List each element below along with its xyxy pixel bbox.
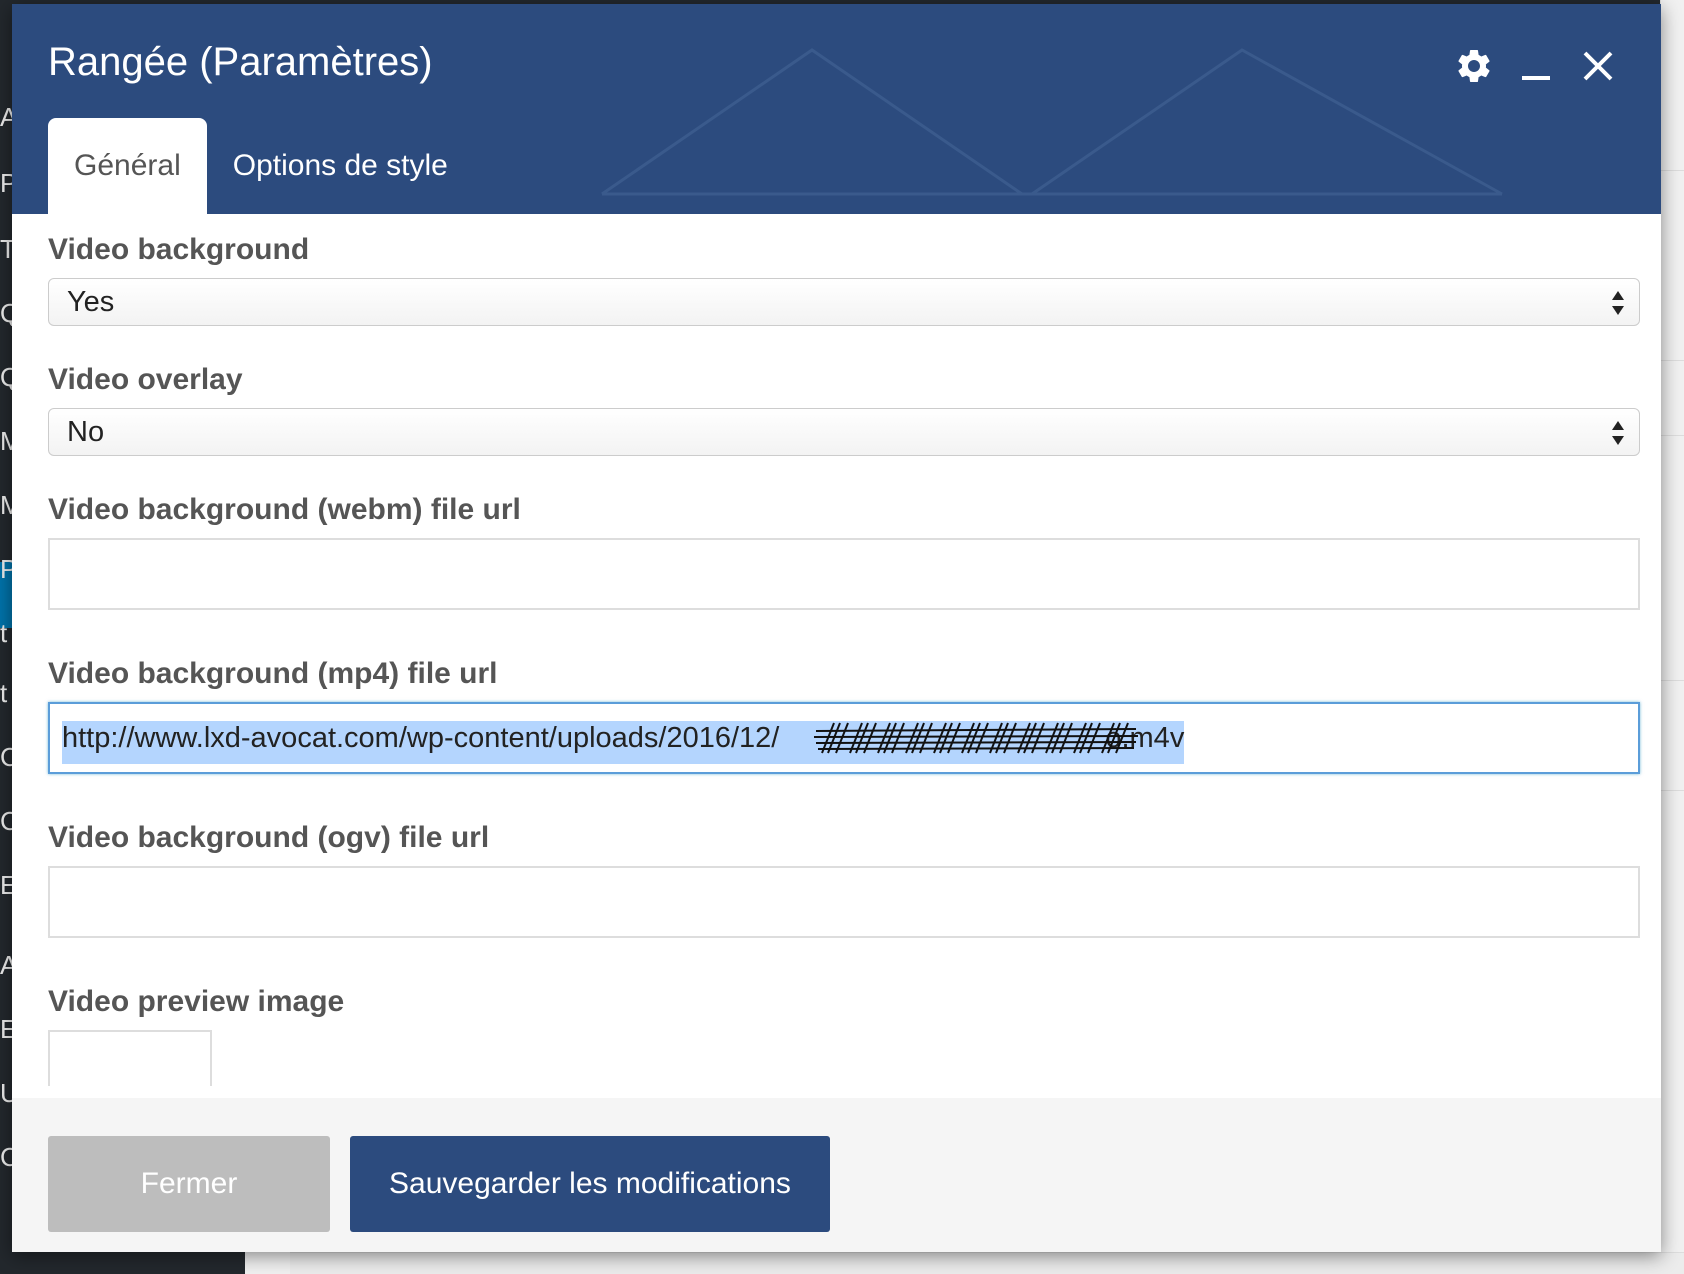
- webm-url-label: Video background (webm) file url: [48, 493, 521, 526]
- modal-window-controls: [1452, 42, 1620, 90]
- mp4-url-label: Video background (mp4) file url: [48, 657, 498, 690]
- background-divider: [1660, 680, 1684, 681]
- preview-image-label: Video preview image: [48, 985, 345, 1018]
- ogv-url-label: Video background (ogv) file url: [48, 821, 490, 854]
- close-icon[interactable]: [1576, 44, 1620, 88]
- mp4-url-prefix: http://www.lxd-avocat.com/wp-content/upl…: [62, 722, 780, 754]
- video-overlay-select[interactable]: No: [48, 408, 1640, 456]
- mp4-url-input[interactable]: http://www.lxd-avocat.com/wp-content/upl…: [48, 702, 1640, 774]
- modal-title: Rangée (Paramètres): [48, 40, 433, 84]
- background-divider: [1660, 435, 1684, 436]
- save-button[interactable]: Sauvegarder les modifications: [350, 1136, 830, 1232]
- select-arrows-icon: [1612, 291, 1624, 315]
- video-overlay-label: Video overlay: [48, 363, 243, 396]
- video-background-select[interactable]: Yes: [48, 278, 1640, 326]
- video-background-field: Video background Yes: [48, 230, 1640, 326]
- background-page-right: [1660, 0, 1684, 1274]
- modal-body[interactable]: Video background Yes Video overlay No Vi…: [12, 214, 1661, 1086]
- tab-style-options[interactable]: Options de style: [207, 118, 474, 214]
- modal-header[interactable]: Rangée (Paramètres) Général Options de s…: [12, 4, 1661, 214]
- mp4-url-selected-text: http://www.lxd-avocat.com/wp-content/upl…: [62, 721, 1185, 764]
- video-background-label: Video background: [48, 233, 310, 266]
- background-divider: [1660, 170, 1684, 171]
- preview-image-placeholder[interactable]: [48, 1030, 212, 1086]
- modal-footer: Fermer Sauvegarder les modifications: [12, 1098, 1661, 1252]
- select-arrows-icon: [1612, 421, 1624, 445]
- gear-icon[interactable]: [1452, 44, 1496, 88]
- video-overlay-value: No: [67, 416, 105, 448]
- video-background-value: Yes: [67, 286, 115, 318]
- modal-tabs: Général Options de style: [48, 118, 474, 214]
- close-button[interactable]: Fermer: [48, 1136, 330, 1232]
- tab-general[interactable]: Général: [48, 118, 207, 214]
- background-status-bar: [290, 1252, 1684, 1274]
- minimize-icon[interactable]: [1514, 44, 1558, 88]
- webm-url-input[interactable]: [48, 538, 1640, 610]
- preview-image-field: Video preview image: [48, 982, 1640, 1086]
- video-overlay-field: Video overlay No: [48, 360, 1640, 456]
- ogv-url-input[interactable]: [48, 866, 1640, 938]
- ogv-url-field: Video background (ogv) file url: [48, 818, 1640, 938]
- row-settings-modal: Rangée (Paramètres) Général Options de s…: [12, 4, 1661, 1252]
- background-divider: [1660, 360, 1684, 361]
- mp4-url-field: Video background (mp4) file url http://w…: [48, 654, 1640, 774]
- background-divider: [1660, 790, 1684, 791]
- webm-url-field: Video background (webm) file url: [48, 490, 1640, 610]
- redaction-scribble: [813, 722, 1139, 754]
